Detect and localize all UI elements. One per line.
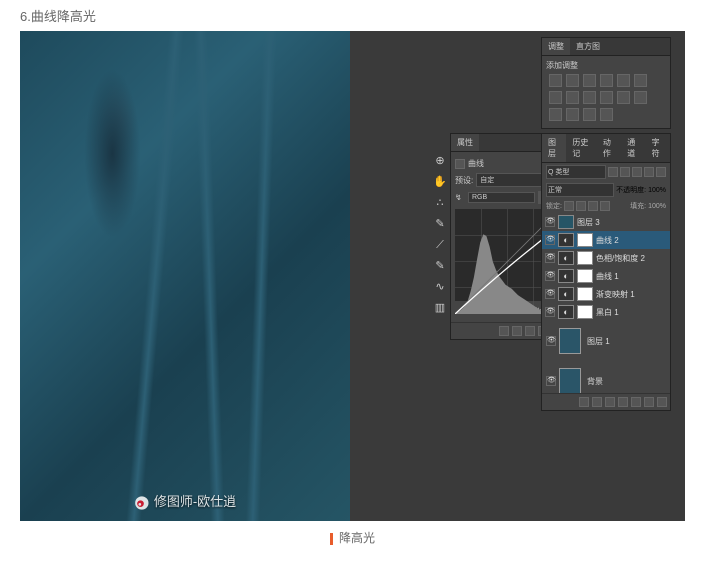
pencil-icon[interactable]: ✎: [432, 258, 448, 274]
thresh-icon[interactable]: [566, 108, 579, 121]
adj-type: 曲线: [468, 158, 484, 169]
weibo-icon: [134, 495, 150, 511]
visibility-icon[interactable]: 👁: [545, 253, 555, 263]
visibility-icon[interactable]: 👁: [545, 235, 555, 245]
lock-pos-icon[interactable]: [588, 201, 598, 211]
invert-icon[interactable]: [634, 91, 647, 104]
preset-label: 预设:: [455, 175, 473, 186]
visibility-icon[interactable]: 👁: [545, 217, 555, 227]
reset-icon[interactable]: [525, 326, 535, 336]
tab-char[interactable]: 字符: [646, 134, 670, 162]
layer-row[interactable]: 👁图层 1: [542, 321, 670, 361]
group-icon[interactable]: [631, 397, 641, 407]
layer-row[interactable]: 👁曲线 1: [542, 267, 670, 285]
filter-type-icon[interactable]: [632, 167, 642, 177]
curve-icon[interactable]: ∿: [432, 279, 448, 295]
layers-list: 👁图层 3 👁曲线 2 👁色相/饱和度 2 👁曲线 1 👁渐变映射 1 👁黑白 …: [542, 213, 670, 393]
figure-caption: 降高光: [0, 521, 705, 554]
tab-channels[interactable]: 通道: [621, 134, 645, 162]
poster-icon[interactable]: [549, 108, 562, 121]
lock-paint-icon[interactable]: [576, 201, 586, 211]
sampler-icon[interactable]: ∴: [432, 195, 448, 211]
adjustments-panel: 调整 直方图 添加调整: [541, 37, 671, 129]
histogram-icon[interactable]: ▥: [432, 300, 448, 316]
mask-icon[interactable]: [605, 397, 615, 407]
layer-row[interactable]: 👁图层 3: [542, 213, 670, 231]
adjustment-icon-grid: [546, 71, 666, 124]
sampler-btn-icon[interactable]: ↯: [455, 193, 465, 202]
opacity-label: 不透明度:: [616, 185, 646, 195]
channel-dropdown[interactable]: RGB: [468, 192, 535, 203]
lock-label: 锁定:: [546, 201, 562, 211]
photoshop-workspace: 修图师-欧仕逍 ⊕ ✋ ∴ ✎ ⟋ ✎ ∿ ▥ 调整 直方图 添加调整: [20, 31, 685, 521]
layers-panel: 图层 历史记 动作 通道 字符 Q 类型 正常 不透明度: 100% 锁定: 填…: [541, 133, 671, 411]
levels-icon[interactable]: [566, 74, 579, 87]
clip-icon[interactable]: [499, 326, 509, 336]
visibility-icon[interactable]: 👁: [546, 376, 556, 386]
kind-filter[interactable]: Q 类型: [546, 165, 606, 179]
add-adjustment-label: 添加调整: [546, 60, 666, 71]
canvas-image[interactable]: 修图师-欧仕逍: [20, 31, 350, 521]
delete-icon[interactable]: [657, 397, 667, 407]
gradmap-icon[interactable]: [583, 108, 596, 121]
tab-actions[interactable]: 动作: [597, 134, 621, 162]
selcolor-icon[interactable]: [600, 108, 613, 121]
tab-layers[interactable]: 图层: [542, 134, 566, 162]
point-icon[interactable]: ⟋: [432, 237, 448, 253]
hue-icon[interactable]: [634, 74, 647, 87]
visibility-icon[interactable]: 👁: [545, 271, 555, 281]
chanmix-icon[interactable]: [600, 91, 613, 104]
tab-histogram[interactable]: 直方图: [570, 38, 606, 55]
photofilt-icon[interactable]: [583, 91, 596, 104]
filter-img-icon[interactable]: [608, 167, 618, 177]
fill-adj-icon[interactable]: [618, 397, 628, 407]
lookup-icon[interactable]: [617, 91, 630, 104]
eyedropper-icon[interactable]: ✎: [432, 216, 448, 232]
link-icon[interactable]: [579, 397, 589, 407]
layer-row[interactable]: 👁背景: [542, 361, 670, 393]
filter-adj-icon[interactable]: [620, 167, 630, 177]
zoom-tool-icon[interactable]: ⊕: [432, 153, 448, 169]
curves-type-icon: [455, 159, 465, 169]
visibility-icon[interactable]: 👁: [545, 289, 555, 299]
view-prev-icon[interactable]: [512, 326, 522, 336]
caption-bar-icon: [330, 533, 333, 545]
vibrance-icon[interactable]: [617, 74, 630, 87]
layer-row[interactable]: 👁黑白 1: [542, 303, 670, 321]
layer-row[interactable]: 👁曲线 2: [542, 231, 670, 249]
filter-smart-icon[interactable]: [656, 167, 666, 177]
watermark: 修图师-欧仕逍: [134, 491, 236, 511]
tab-adjustments[interactable]: 调整: [542, 38, 570, 55]
bw-icon[interactable]: [566, 91, 579, 104]
page-title: 6.曲线降高光: [0, 0, 705, 31]
new-layer-icon[interactable]: [644, 397, 654, 407]
visibility-icon[interactable]: 👁: [546, 336, 556, 346]
colorbal-icon[interactable]: [549, 91, 562, 104]
fx-icon[interactable]: [592, 397, 602, 407]
lock-all-icon[interactable]: [600, 201, 610, 211]
fill-label: 填充:: [630, 201, 646, 211]
layer-row[interactable]: 👁色相/饱和度 2: [542, 249, 670, 267]
curves-icon[interactable]: [583, 74, 596, 87]
layer-row[interactable]: 👁渐变映射 1: [542, 285, 670, 303]
hand-tool-icon[interactable]: ✋: [432, 174, 448, 190]
opacity-value[interactable]: 100%: [648, 187, 666, 194]
brightness-icon[interactable]: [549, 74, 562, 87]
fill-value[interactable]: 100%: [648, 203, 666, 210]
tools-column: ⊕ ✋ ∴ ✎ ⟋ ✎ ∿ ▥: [432, 153, 448, 316]
tab-history[interactable]: 历史记: [566, 134, 597, 162]
lock-trans-icon[interactable]: [564, 201, 574, 211]
filter-shape-icon[interactable]: [644, 167, 654, 177]
blend-mode-dropdown[interactable]: 正常: [546, 183, 614, 197]
exposure-icon[interactable]: [600, 74, 613, 87]
tab-properties[interactable]: 属性: [451, 134, 479, 151]
visibility-icon[interactable]: 👁: [545, 307, 555, 317]
